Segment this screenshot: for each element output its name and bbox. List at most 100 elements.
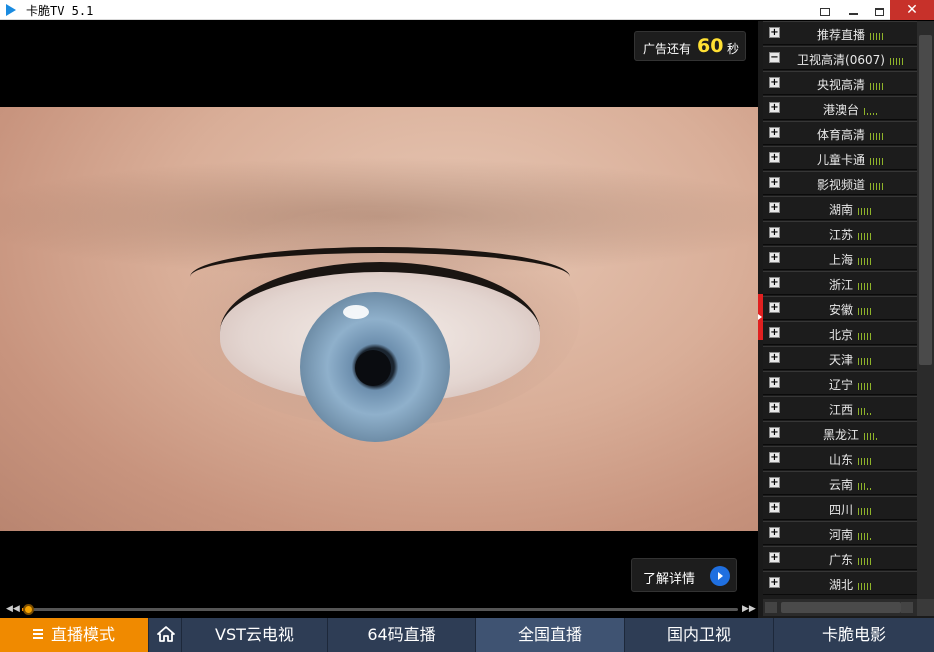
signal-strength-icon (870, 154, 885, 168)
expand-icon[interactable]: + (769, 77, 780, 88)
channel-row[interactable]: + 广东 (763, 546, 917, 570)
expand-icon[interactable]: + (769, 177, 780, 188)
channel-row[interactable]: + 安徽 (763, 296, 917, 320)
scroll-right-icon[interactable] (901, 602, 913, 613)
channel-row[interactable]: + 湖南 (763, 196, 917, 220)
nav-live-mode[interactable]: 直播模式 (0, 618, 149, 652)
expand-icon[interactable]: + (769, 427, 780, 438)
channel-label: 体育高清 (816, 128, 865, 142)
channel-row[interactable]: + 浙江 (763, 271, 917, 295)
channel-row[interactable]: + 山东 (763, 446, 917, 470)
channel-hscroll-thumb[interactable] (781, 602, 901, 613)
channel-row[interactable]: + 辽宁 (763, 371, 917, 395)
expand-icon[interactable]: + (769, 477, 780, 488)
nav-national-live[interactable]: 全国直播 (476, 618, 625, 652)
fast-forward-icon[interactable]: ▶▶ (742, 604, 756, 614)
nav-home[interactable] (149, 618, 182, 652)
channel-row[interactable]: + 影视频道 (763, 171, 917, 195)
channel-row[interactable]: + 推荐直播 (763, 21, 917, 45)
channel-name: 黑龙江 (785, 426, 917, 443)
collapse-icon[interactable]: − (769, 52, 780, 63)
expand-icon[interactable]: + (769, 552, 780, 563)
expand-icon[interactable]: + (769, 252, 780, 263)
channel-row[interactable]: + 北京 (763, 321, 917, 345)
channel-vertical-scrollbar[interactable] (917, 21, 934, 599)
channel-row[interactable]: − 卫视高清(0607) (763, 46, 917, 70)
channel-row[interactable]: + 江西 (763, 396, 917, 420)
signal-strength-icon (858, 479, 873, 493)
expand-icon[interactable]: + (769, 27, 780, 38)
channel-label: 天津 (828, 353, 853, 367)
expand-icon[interactable]: + (769, 202, 780, 213)
channel-row[interactable]: + 央视高清 (763, 71, 917, 95)
nav-64-code-live[interactable]: 64码直播 (328, 618, 476, 652)
rewind-icon[interactable]: ◀◀ (6, 604, 20, 614)
channel-label: 湖南 (828, 203, 853, 217)
channel-name: 广东 (785, 551, 917, 568)
signal-strength-icon (870, 79, 885, 93)
signal-strength-icon (858, 204, 873, 218)
expand-icon[interactable]: + (769, 452, 780, 463)
channel-row[interactable]: + 体育高清 (763, 121, 917, 145)
channel-label: 黑龙江 (822, 428, 859, 442)
signal-strength-icon (858, 454, 873, 468)
expand-icon[interactable]: + (769, 377, 780, 388)
channel-label: 央视高清 (816, 78, 865, 92)
seek-bar[interactable]: ◀◀ ▶▶ (0, 601, 758, 618)
channel-row[interactable]: + 上海 (763, 246, 917, 270)
ad-countdown-label: 广告还有 (643, 42, 692, 56)
app-window: 卡脆TV 5.1 ✕ 广告还有 60 秒 了解详情 ◀◀ ▶▶ + 推荐直播 −… (0, 0, 934, 652)
channel-row[interactable]: + 河南 (763, 521, 917, 545)
expand-icon[interactable]: + (769, 402, 780, 413)
signal-strength-icon (870, 29, 885, 43)
channel-name: 北京 (785, 326, 917, 343)
channel-name: 四川 (785, 501, 917, 518)
resize-grip-icon[interactable] (917, 599, 934, 616)
expand-icon[interactable]: + (769, 127, 780, 138)
close-button[interactable]: ✕ (890, 0, 934, 20)
channel-label: 推荐直播 (816, 28, 865, 42)
expand-icon[interactable]: + (769, 352, 780, 363)
channel-label: 四川 (828, 503, 853, 517)
channel-row[interactable]: + 港澳台 (763, 96, 917, 120)
nav-domestic-satellite[interactable]: 国内卫视 (625, 618, 774, 652)
expand-icon[interactable]: + (769, 577, 780, 588)
pin-button[interactable] (810, 0, 840, 20)
channel-label: 上海 (828, 253, 853, 267)
expand-icon[interactable]: + (769, 527, 780, 538)
channel-name: 湖北 (785, 576, 917, 593)
channel-horizontal-scrollbar[interactable] (763, 599, 917, 616)
video-frame[interactable] (0, 107, 758, 531)
channel-row[interactable]: + 黑龙江 (763, 421, 917, 445)
channel-label: 卫视高清(0607) (797, 53, 885, 67)
nav-vst-cloud-tv[interactable]: VST云电视 (182, 618, 328, 652)
expand-icon[interactable]: + (769, 327, 780, 338)
expand-icon[interactable]: + (769, 227, 780, 238)
channel-name: 辽宁 (785, 376, 917, 393)
learn-more-button[interactable]: 了解详情 (631, 558, 737, 592)
channel-row[interactable]: + 儿童卡通 (763, 146, 917, 170)
video-player[interactable]: 广告还有 60 秒 了解详情 (0, 21, 758, 601)
play-circle-icon (710, 566, 730, 586)
expand-icon[interactable]: + (769, 302, 780, 313)
expand-icon[interactable]: + (769, 152, 780, 163)
title-bar[interactable]: 卡脆TV 5.1 ✕ (0, 0, 934, 20)
scroll-left-icon[interactable] (765, 602, 777, 613)
channel-row[interactable]: + 云南 (763, 471, 917, 495)
channel-row[interactable]: + 江苏 (763, 221, 917, 245)
maximize-icon (874, 8, 884, 16)
seek-track[interactable] (22, 608, 738, 611)
nav-movie[interactable]: 卡脆电影 (774, 618, 934, 652)
expand-icon[interactable]: + (769, 502, 780, 513)
channel-name: 体育高清 (785, 126, 917, 143)
channel-label: 河南 (828, 528, 853, 542)
seek-thumb[interactable] (22, 604, 34, 615)
channel-row[interactable]: + 湖北 (763, 571, 917, 595)
expand-icon[interactable]: + (769, 277, 780, 288)
expand-icon[interactable]: + (769, 102, 780, 113)
channel-row[interactable]: + 四川 (763, 496, 917, 520)
channel-row[interactable]: + 天津 (763, 346, 917, 370)
channel-name: 浙江 (785, 276, 917, 293)
channel-scroll-thumb[interactable] (919, 35, 932, 365)
signal-strength-icon (870, 179, 885, 193)
